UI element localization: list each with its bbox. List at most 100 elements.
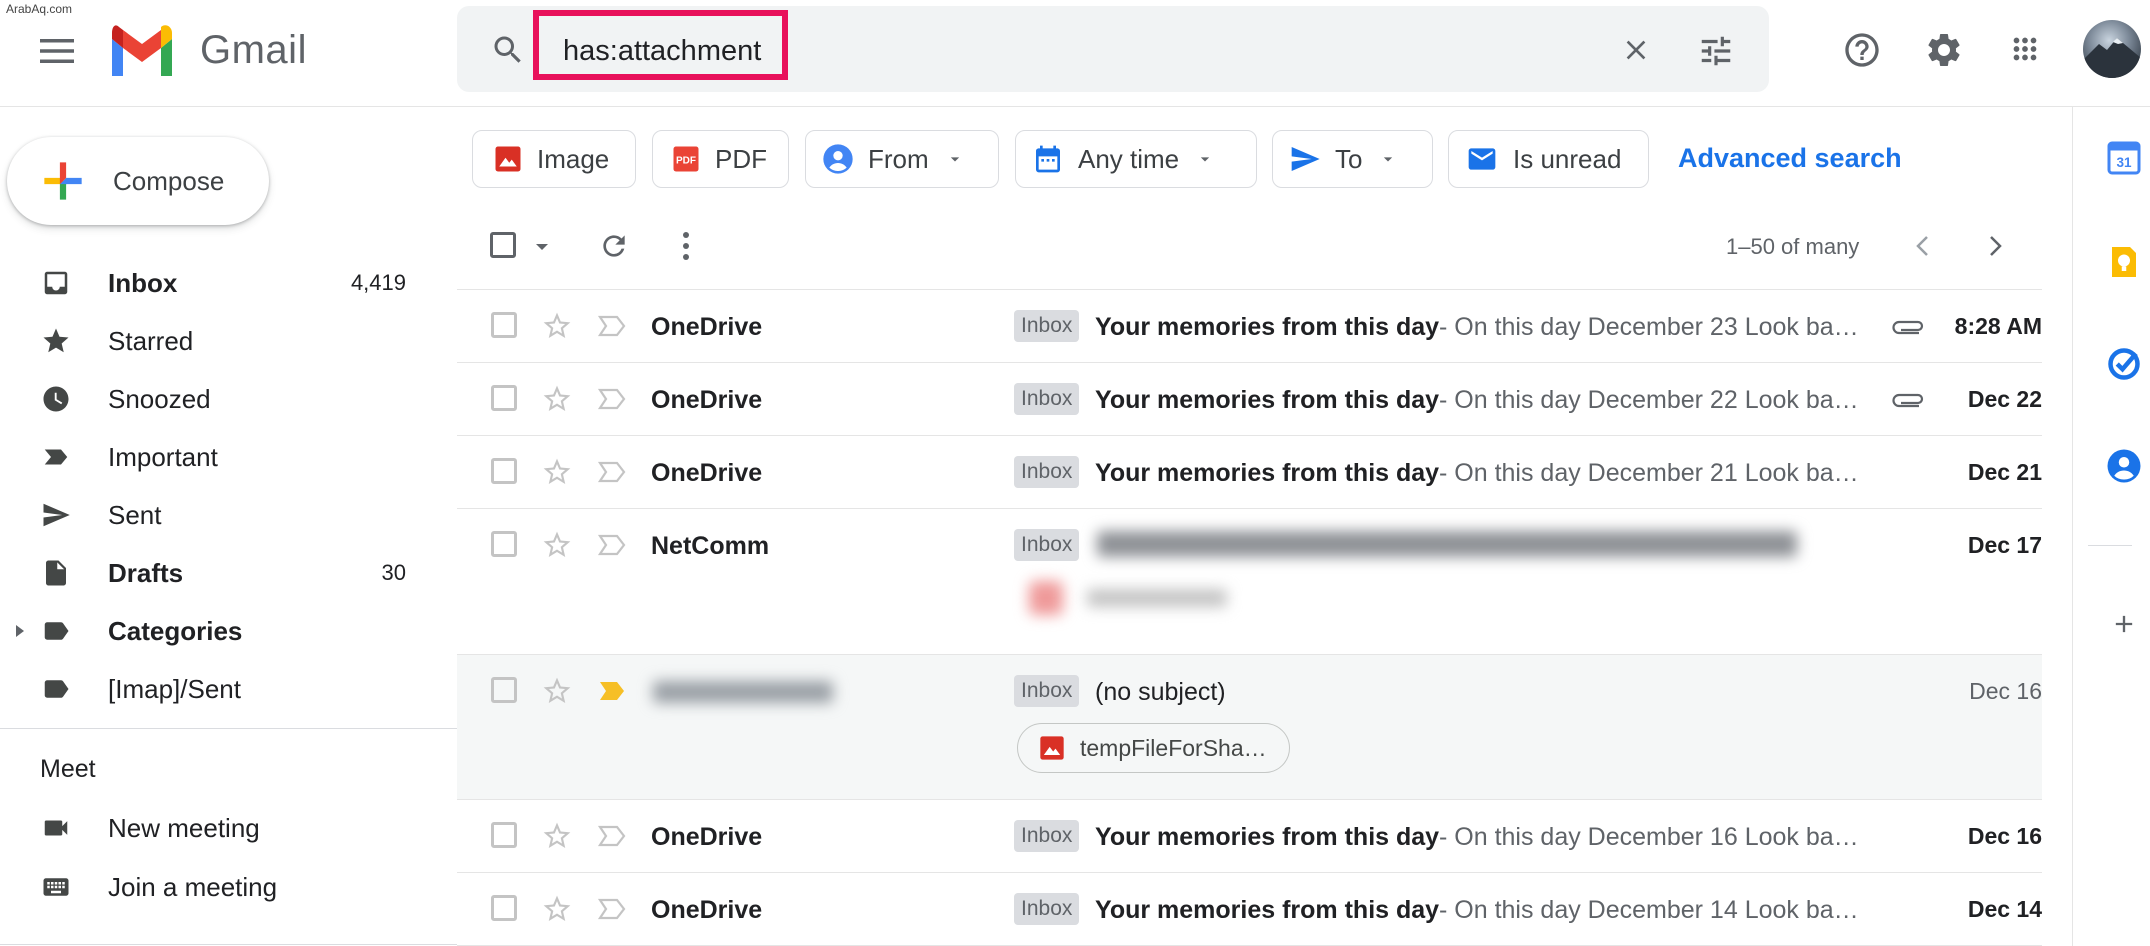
sidebar-item-starred[interactable]: Starred [0,313,420,369]
help-icon[interactable] [1842,30,1882,70]
chip-is-unread[interactable]: Is unread [1448,130,1649,188]
calendar-app-icon[interactable]: 31 [2106,140,2142,176]
hamburger-icon [40,39,74,63]
expand-arrow-icon[interactable] [14,623,26,639]
new-meeting-item[interactable]: New meeting [0,800,420,856]
contacts-app-icon[interactable] [2106,448,2142,484]
redacted-attachment-name [1087,589,1227,607]
svg-text:PDF: PDF [676,155,696,166]
google-apps-icon[interactable] [2008,32,2042,66]
email-row[interactable]: OneDrive Inbox Your memories from this d… [457,289,2042,362]
chip-from[interactable]: From [805,130,999,188]
email-date: Dec 14 [1967,896,2042,922]
inbox-label-badge: Inbox [1014,893,1080,925]
star-outline-icon[interactable] [541,820,573,852]
email-row[interactable]: OneDrive Inbox Your memories from this d… [457,799,2042,872]
tasks-app-icon[interactable] [2106,346,2142,382]
chip-label: From [868,143,929,174]
email-snippet: - On this day December 16 Look ba… [1439,823,1859,851]
chip-to[interactable]: To [1272,130,1433,188]
email-row[interactable]: OneDrive Inbox Your memories from this d… [457,872,2042,946]
gmail-logo[interactable]: Gmail [108,24,307,76]
keep-app-icon[interactable] [2106,244,2142,280]
row-checkbox[interactable] [491,312,517,338]
row-checkbox[interactable] [491,677,517,703]
sidebar-item-snoozed[interactable]: Snoozed [0,371,420,427]
email-row[interactable]: NetComm Inbox Dec 17 [457,508,2042,654]
label-icon [44,680,69,698]
send-icon [43,503,70,527]
email-row[interactable]: OneDrive Inbox Your memories from this d… [457,435,2042,508]
important-marked-icon[interactable] [597,679,627,703]
email-date: Dec 16 [1969,678,2042,704]
add-addon-icon[interactable] [2110,610,2138,638]
select-all-checkbox[interactable] [490,232,516,258]
sidebar-item-drafts[interactable]: Drafts 30 [0,545,420,601]
email-row[interactable]: OneDrive Inbox Your memories from this d… [457,362,2042,435]
gmail-wordmark: Gmail [200,27,307,72]
search-icon[interactable] [490,32,526,68]
search-options-icon[interactable] [1697,32,1735,70]
caret-down-icon [536,244,548,250]
important-outline-icon[interactable] [597,897,627,921]
dropdown-arrow-icon [1384,157,1393,162]
row-checkbox[interactable] [491,458,517,484]
email-subject: Your memories from this day [1095,823,1440,851]
important-outline-icon[interactable] [597,824,627,848]
star-outline-icon[interactable] [541,675,573,707]
sidebar-item-categories[interactable]: Categories [0,603,420,659]
email-subject: Your memories from this day [1095,896,1440,924]
important-outline-icon[interactable] [597,460,627,484]
inbox-label-badge: Inbox [1014,456,1080,488]
settings-gear-icon[interactable] [1924,30,1964,70]
star-outline-icon[interactable] [541,529,573,561]
unread-count: 4,419 [350,270,406,295]
attachment-chip[interactable]: tempFileForSha… [1017,723,1290,773]
star-outline-icon[interactable] [541,383,573,415]
more-options-icon[interactable] [680,230,692,262]
row-checkbox[interactable] [491,895,517,921]
label-icon [44,622,69,640]
row-checkbox[interactable] [491,531,517,557]
clear-search-icon[interactable] [1620,34,1652,66]
previous-page-icon[interactable] [1912,234,1934,258]
star-icon [43,328,69,353]
email-snippet: - On this day December 14 Look ba… [1439,896,1859,924]
email-sender: OneDrive [651,313,763,341]
sidebar-item-sent[interactable]: Sent [0,487,420,543]
refresh-icon[interactable] [598,230,630,262]
join-meeting-label: Join a meeting [108,871,278,902]
important-outline-icon[interactable] [597,533,627,557]
chip-any-time[interactable]: Any time [1015,130,1257,188]
important-outline-icon[interactable] [597,314,627,338]
clock-icon [43,386,69,412]
meet-section-title: Meet [40,755,96,783]
email-row[interactable]: Inbox (no subject) tempFileForSha… Dec 1… [457,654,2042,799]
email-snippet: - On this day December 21 Look ba… [1439,459,1859,487]
row-checkbox[interactable] [491,385,517,411]
advanced-search-link[interactable]: Advanced search [1678,143,1902,174]
redacted-subject [1097,531,1797,557]
compose-button[interactable]: Compose [7,137,269,225]
chip-pdf[interactable]: PDF PDF [652,130,789,188]
sidebar-item-inbox[interactable]: Inbox 4,419 [0,255,420,311]
dropdown-arrow-icon [950,157,959,162]
star-outline-icon[interactable] [541,893,573,925]
important-outline-icon[interactable] [597,387,627,411]
account-avatar[interactable] [2083,20,2141,78]
star-outline-icon[interactable] [541,310,573,342]
send-to-icon [1291,147,1320,171]
attachment-name: tempFileForSha… [1080,734,1267,761]
person-icon [823,144,853,174]
compose-label: Compose [113,165,225,196]
chip-image[interactable]: Image [472,130,636,188]
sidebar-item-important[interactable]: Important [0,429,420,485]
next-page-icon[interactable] [1984,234,2006,258]
sidebar-item-imap-sent[interactable]: [Imap]/Sent [0,661,420,717]
row-checkbox[interactable] [491,822,517,848]
search-input[interactable] [563,35,783,68]
select-options-caret[interactable] [533,241,551,253]
main-menu-button[interactable] [34,28,80,74]
join-meeting-item[interactable]: Join a meeting [0,859,420,915]
star-outline-icon[interactable] [541,456,573,488]
